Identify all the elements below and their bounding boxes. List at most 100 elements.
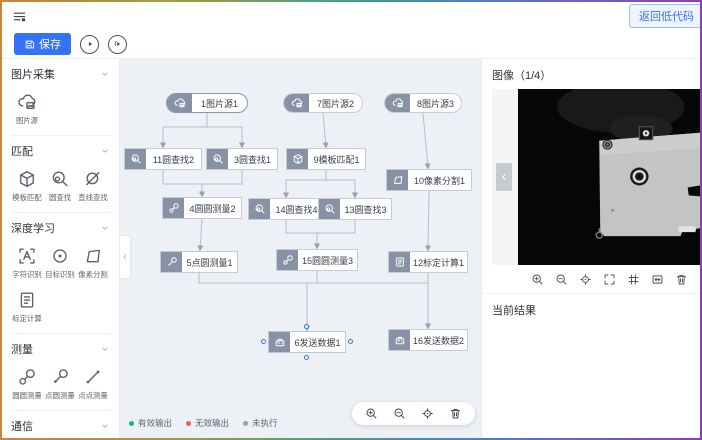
- flow-node-9[interactable]: 9模板匹配1: [286, 148, 366, 170]
- flow-node-10[interactable]: 10像素分割1: [386, 169, 472, 191]
- delete-button[interactable]: [449, 407, 462, 420]
- sidebar-item-label: 直线查找: [79, 192, 108, 202]
- sidebar-item-circle-find[interactable]: 圆查找: [44, 169, 77, 203]
- locate-button[interactable]: [421, 407, 434, 420]
- section-header[interactable]: 通信: [11, 418, 110, 434]
- section-header[interactable]: 深度学习: [11, 220, 110, 236]
- resize-handle[interactable]: [261, 339, 266, 344]
- resize-handle[interactable]: [304, 355, 309, 360]
- sidebar-item-pixel-segmentation[interactable]: 像素分割: [77, 246, 110, 280]
- flow-canvas[interactable]: 有效输出 无效输出 未执行 1图片源1 7图片源2 8图片源3 11圆查找2 3…: [120, 59, 481, 438]
- flow-node-8[interactable]: 8图片源3: [384, 93, 462, 113]
- status-legend: 有效输出 无效输出 未执行: [129, 417, 278, 429]
- zoom-in-button[interactable]: [365, 407, 378, 420]
- chevron-down-icon: [100, 421, 110, 431]
- image-source-icon: [174, 97, 186, 109]
- flow-node-6[interactable]: 6发送数据1: [268, 331, 346, 353]
- sidebar-item-target-recognition[interactable]: 目标识别: [44, 246, 77, 280]
- legend-item: 有效输出: [129, 417, 172, 429]
- flow-node-4[interactable]: 4圆圆测量2: [162, 197, 242, 219]
- circle-find-icon: [249, 199, 270, 219]
- sidebar-item-label: 目标识别: [46, 269, 75, 279]
- flow-node-15[interactable]: 15圆圆测量3: [276, 249, 358, 271]
- zoom-out-button[interactable]: [555, 273, 568, 286]
- circle-circle-icon: [168, 202, 180, 214]
- sidebar-item-point-point[interactable]: 点点测量: [77, 367, 110, 401]
- edge-3-4: [202, 170, 242, 184]
- send-data-icon: [269, 332, 290, 352]
- sidebar-item-label: 圆查找: [49, 192, 71, 202]
- image-source-icon: [167, 94, 192, 112]
- save-button[interactable]: 保存: [14, 33, 71, 55]
- legend-item: 无效输出: [186, 417, 229, 429]
- flow-node-13[interactable]: 13圆查找3: [318, 198, 392, 220]
- module-sidebar: 图片采集 图片源 匹配 模板匹配 圆查找 直线查找 深度学习 字符识别: [2, 59, 120, 438]
- flow-node-1[interactable]: 1图片源1: [166, 93, 248, 113]
- sidebar-item-point-circle[interactable]: 点圆测量: [44, 367, 77, 401]
- template-match-icon: [287, 149, 308, 169]
- section-header[interactable]: 匹配: [11, 143, 110, 159]
- legend-dot: [186, 421, 191, 426]
- zoom-in-icon: [365, 407, 378, 420]
- sidebar-item-line-find[interactable]: 直线查找: [77, 169, 110, 203]
- sidebar-collapse-handle[interactable]: [120, 235, 131, 279]
- sidebar-item-label: 图片源: [16, 115, 38, 125]
- delete-button[interactable]: [675, 273, 688, 286]
- sidebar-section: 匹配 模板匹配 圆查找 直线查找: [11, 136, 110, 213]
- previous-image-button[interactable]: [496, 163, 512, 191]
- back-to-lowcode-button[interactable]: 返回低代码: [629, 4, 700, 28]
- fullscreen-button[interactable]: [603, 273, 616, 286]
- image-source-icon: [17, 92, 37, 112]
- flow-node-3[interactable]: 3圆查找1: [206, 148, 278, 170]
- legend-label: 未执行: [252, 417, 278, 429]
- node-label: 13圆查找3: [340, 199, 391, 219]
- toolbar: 保存: [2, 30, 700, 59]
- collapse-menu-icon[interactable]: [12, 9, 27, 24]
- chevron-down-icon: [100, 69, 110, 79]
- sidebar-section: 深度学习 字符识别 目标识别 像素分割 标定计算: [11, 213, 110, 334]
- flow-node-7[interactable]: 7图片源2: [283, 93, 363, 113]
- run-button[interactable]: [80, 35, 99, 54]
- fit-image-button[interactable]: [651, 273, 664, 286]
- send-data-icon: [274, 336, 286, 348]
- viewer-side-strip: [492, 89, 518, 265]
- grid-button[interactable]: [627, 273, 640, 286]
- circle-circle-icon: [282, 254, 294, 266]
- sidebar-item-label: 模板匹配: [13, 192, 42, 202]
- flow-node-5[interactable]: 5点圆测量1: [160, 251, 238, 273]
- section-header[interactable]: 测量: [11, 341, 110, 357]
- target-recognition-icon: [50, 246, 70, 266]
- image-source-icon: [385, 94, 410, 112]
- flow-node-12[interactable]: 12标定计算1: [388, 251, 468, 273]
- sidebar-item-label: 圆圆测量: [13, 390, 42, 400]
- legend-item: 未执行: [243, 417, 278, 429]
- flow-node-11[interactable]: 11圆查找2: [124, 148, 202, 170]
- node-label: 4圆圆测量2: [184, 198, 241, 218]
- node-label: 16发送数据2: [410, 330, 467, 350]
- viewer-toolbar: [482, 265, 700, 294]
- resize-handle[interactable]: [304, 324, 309, 329]
- sidebar-item-circle-circle[interactable]: 圆圆测量: [11, 367, 44, 401]
- sidebar-item-label: 标定计算: [13, 313, 42, 323]
- fit-icon: [651, 273, 664, 286]
- circle-circle-icon: [17, 367, 37, 387]
- sidebar-item-image-source[interactable]: 图片源: [11, 92, 44, 126]
- sidebar-item-char-recognition[interactable]: 字符识别: [11, 246, 44, 280]
- flow-node-14[interactable]: 14圆查找4: [248, 198, 324, 220]
- sidebar-item-calc[interactable]: 标定计算: [11, 290, 44, 324]
- run-once-button[interactable]: [108, 35, 127, 54]
- save-icon: [24, 39, 35, 50]
- flow-node-16[interactable]: 16发送数据2: [388, 329, 468, 351]
- locate-button[interactable]: [579, 273, 592, 286]
- zoom-in-button[interactable]: [531, 273, 544, 286]
- trash-icon: [449, 407, 462, 420]
- resize-handle[interactable]: [348, 339, 353, 344]
- sidebar-item-template-match[interactable]: 模板匹配: [11, 169, 44, 203]
- circle-find-icon: [212, 153, 224, 165]
- node-label: 3圆查找1: [228, 149, 277, 169]
- section-header[interactable]: 图片采集: [11, 66, 110, 82]
- trash-icon: [675, 273, 688, 286]
- fullscreen-icon: [603, 273, 616, 286]
- zoom-out-button[interactable]: [393, 407, 406, 420]
- image-viewer: [492, 89, 700, 265]
